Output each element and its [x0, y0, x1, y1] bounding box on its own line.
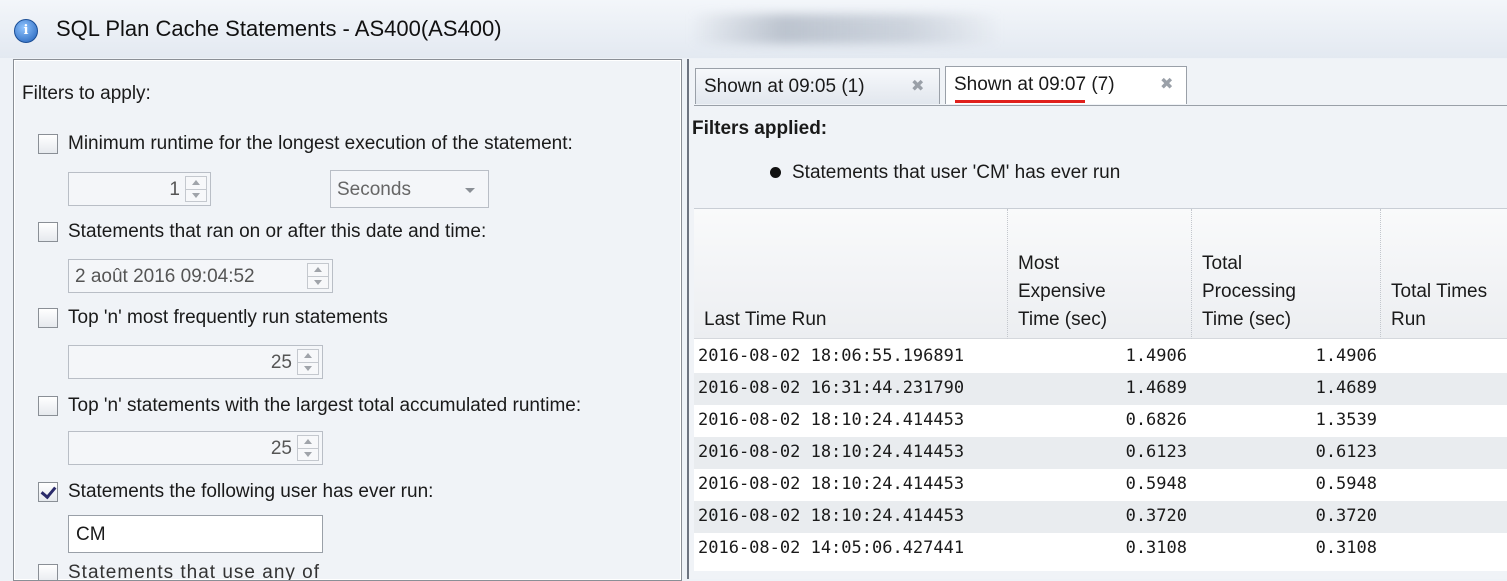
table-row[interactable]: 2016-08-02 18:10:24.414453 0.6123 0.6123 [694, 437, 1507, 469]
spinner-arrows-icon[interactable] [297, 435, 319, 461]
runtime-unit-value: Seconds [337, 179, 411, 200]
min-runtime-label: Minimum runtime for the longest executio… [68, 133, 573, 154]
column-header-total-processing[interactable]: Total Processing Time (sec) [1192, 209, 1381, 339]
min-runtime-checkbox[interactable] [38, 134, 58, 154]
ran-after-label: Statements that ran on or after this dat… [68, 221, 487, 242]
min-runtime-value: 1 [169, 179, 180, 200]
ran-after-row: Statements that ran on or after this dat… [38, 221, 486, 243]
cut-off-label: Statements that use any of these [68, 562, 321, 580]
cell-total-processing: 1.3539 [1315, 410, 1377, 430]
cell-last-time-run: 2016-08-02 14:05:06.427441 [698, 538, 965, 558]
filters-heading: Filters to apply: [22, 83, 151, 104]
cell-last-time-run: 2016-08-02 16:31:44.231790 [698, 378, 965, 398]
cell-most-expensive: 0.6826 [1125, 410, 1187, 430]
cell-total-processing: 0.5948 [1315, 474, 1377, 494]
table-row[interactable]: 2016-08-02 18:10:24.414453 0.6826 1.3539 [694, 405, 1507, 437]
column-header-label: Total Times Run [1391, 281, 1488, 330]
top-runtime-checkbox[interactable] [38, 396, 58, 416]
blurred-region [690, 14, 1000, 44]
user-ran-row: Statements the following user has ever r… [38, 481, 433, 503]
spinner-arrows-icon[interactable] [307, 263, 329, 289]
user-field[interactable]: CM [68, 515, 323, 553]
user-field-value: CM [76, 524, 106, 545]
top-runtime-stepper[interactable]: 25 [68, 431, 323, 465]
cell-last-time-run: 2016-08-02 18:10:24.414453 [698, 474, 965, 494]
cell-total-processing: 1.4689 [1315, 378, 1377, 398]
cell-most-expensive: 0.3720 [1125, 506, 1187, 526]
cell-most-expensive: 1.4689 [1125, 378, 1187, 398]
close-icon[interactable]: ✖ [1160, 74, 1173, 93]
close-icon[interactable]: ✖ [911, 76, 924, 95]
user-ran-label: Statements the following user has ever r… [68, 481, 434, 502]
cut-off-checkbox[interactable] [38, 564, 58, 580]
column-header-label: Last Time Run [704, 309, 827, 330]
cell-total-processing: 1.4906 [1315, 346, 1377, 366]
cell-total-processing: 0.3720 [1315, 506, 1377, 526]
top-frequent-label: Top 'n' most frequently run statements [68, 307, 388, 328]
column-header-label: Total Processing Time (sec) [1202, 253, 1296, 330]
table-row[interactable]: 2016-08-02 18:10:24.414453 0.5948 0.5948 [694, 469, 1507, 501]
top-frequent-row: Top 'n' most frequently run statements [38, 307, 388, 329]
cell-total-processing: 0.3108 [1315, 538, 1377, 558]
tab-shown-0905[interactable]: Shown at 09:05 (1) ✖ [695, 68, 940, 104]
min-runtime-stepper[interactable]: 1 [68, 172, 211, 206]
cut-off-row: Statements that use any of these [38, 560, 338, 580]
ran-after-value: 2 août 2016 09:04:52 [75, 266, 255, 287]
active-tab-underline [955, 100, 1085, 103]
table-row[interactable]: 2016-08-02 14:05:06.427441 0.3108 0.3108 [694, 533, 1507, 565]
table-row[interactable]: 2016-08-02 16:31:44.231790 1.4689 1.4689 [694, 373, 1507, 405]
top-runtime-label: Top 'n' statements with the largest tota… [68, 395, 582, 416]
column-header-last-time-run[interactable]: Last Time Run [694, 209, 1008, 339]
top-runtime-row: Top 'n' statements with the largest tota… [38, 395, 581, 417]
tab-shown-0907[interactable]: Shown at 09:07 (7) ✖ [945, 66, 1187, 104]
min-runtime-row: Minimum runtime for the longest executio… [38, 133, 573, 155]
column-header-most-expensive[interactable]: Most Expensive Time (sec) [1008, 209, 1192, 339]
filters-applied-item: Statements that user 'CM' has ever run [792, 162, 1121, 183]
table-row[interactable]: 2016-08-02 18:10:24.414453 0.3720 0.3720 [694, 501, 1507, 533]
column-header-label: Most Expensive Time (sec) [1018, 253, 1108, 330]
cell-last-time-run: 2016-08-02 18:10:24.414453 [698, 410, 965, 430]
spinner-arrows-icon[interactable] [297, 349, 319, 375]
top-frequent-checkbox[interactable] [38, 308, 58, 328]
cell-last-time-run: 2016-08-02 18:10:24.414453 [698, 506, 965, 526]
top-frequent-stepper[interactable]: 25 [68, 345, 323, 379]
bullet-icon [770, 167, 781, 178]
runtime-unit-select[interactable]: Seconds [330, 170, 489, 208]
top-frequent-value: 25 [270, 352, 292, 373]
spinner-arrows-icon[interactable] [185, 176, 207, 202]
cell-total-processing: 0.6123 [1315, 442, 1377, 462]
tab-label: Shown at 09:07 (7) [954, 74, 1115, 95]
cell-last-time-run: 2016-08-02 18:06:55.196891 [698, 346, 965, 366]
cell-most-expensive: 0.6123 [1125, 442, 1187, 462]
cell-most-expensive: 1.4906 [1125, 346, 1187, 366]
user-ran-checkbox[interactable] [38, 482, 58, 502]
chevron-down-icon [465, 188, 475, 193]
ran-after-checkbox[interactable] [38, 222, 58, 242]
cell-last-time-run: 2016-08-02 18:10:24.414453 [698, 442, 965, 462]
filters-applied-heading: Filters applied: [692, 118, 828, 139]
tab-label: Shown at 09:05 (1) [704, 76, 865, 97]
top-runtime-value: 25 [270, 438, 292, 459]
ran-after-datetime[interactable]: 2 août 2016 09:04:52 [68, 259, 333, 293]
table-row[interactable]: 2016-08-02 18:06:55.196891 1.4906 1.4906 [694, 341, 1507, 373]
cell-most-expensive: 0.5948 [1125, 474, 1187, 494]
window-title: SQL Plan Cache Statements - AS400(AS400) [56, 16, 502, 41]
column-header-total-times-run[interactable]: Total Times Run [1381, 209, 1507, 339]
cell-most-expensive: 0.3108 [1125, 538, 1187, 558]
info-icon: i [14, 19, 38, 43]
